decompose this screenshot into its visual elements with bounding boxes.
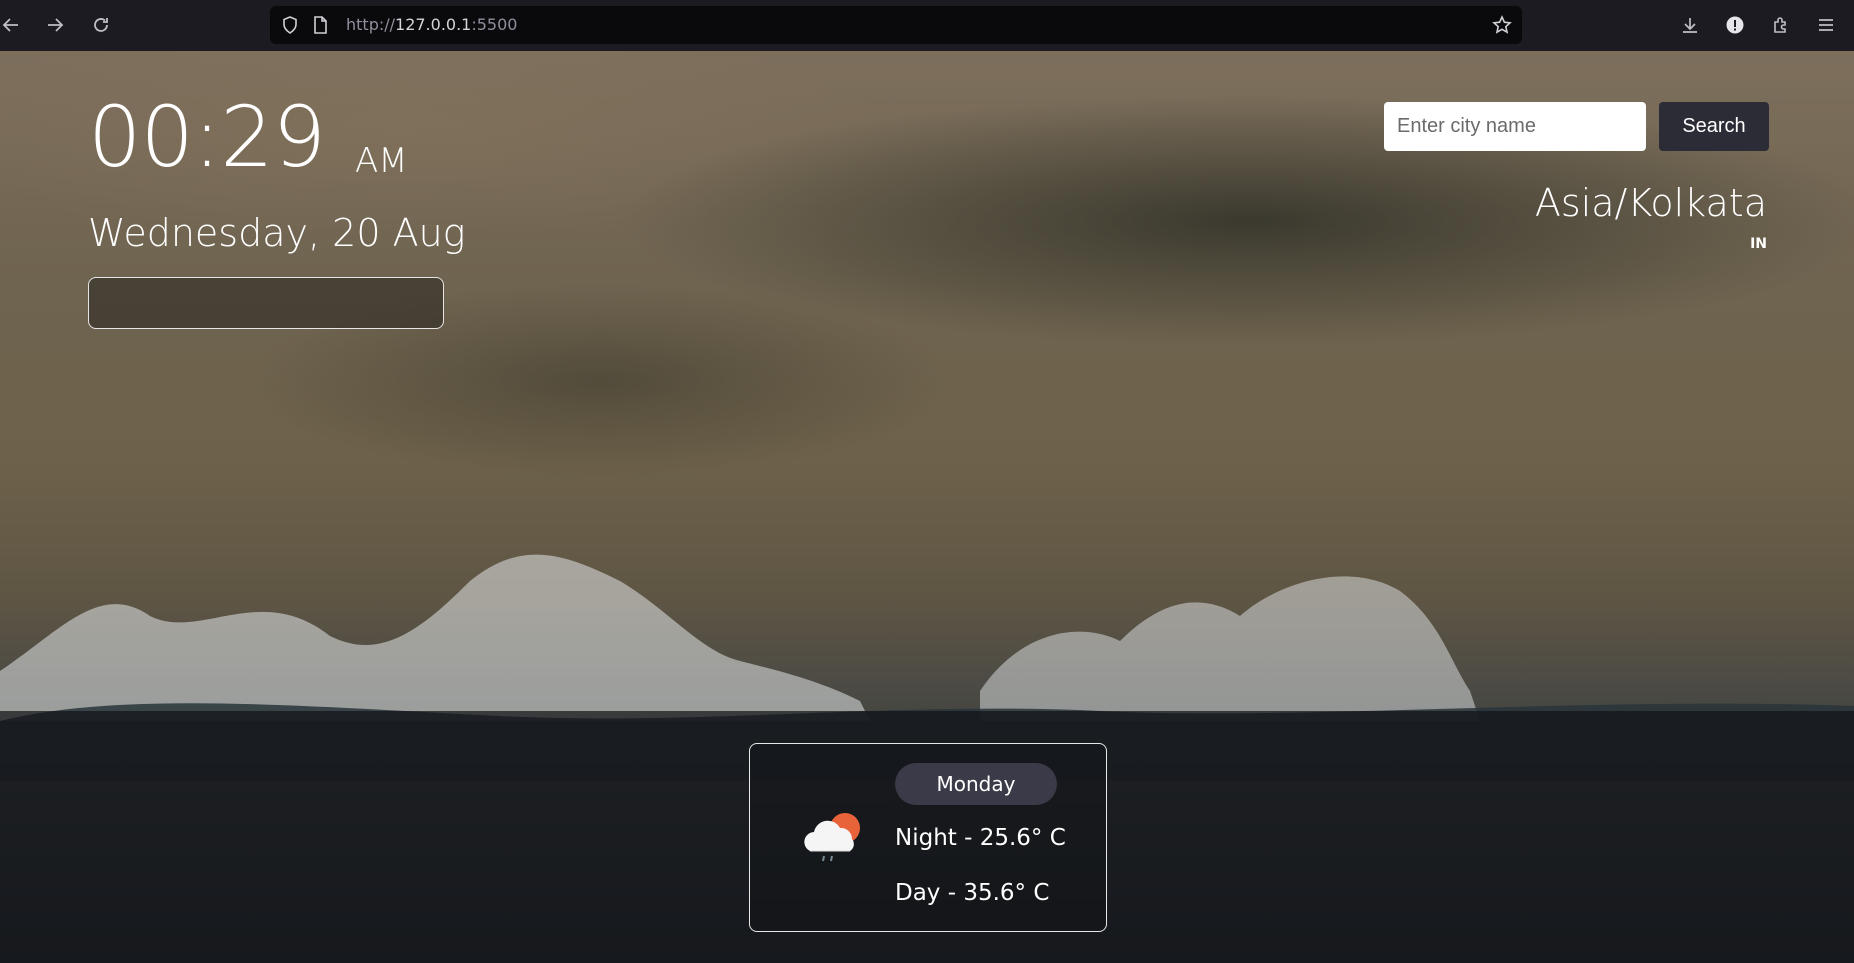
extension-info-icon[interactable] [1720,10,1750,40]
page-icon[interactable] [310,15,330,35]
downloads-icon[interactable] [1675,10,1705,40]
city-search-input[interactable] [1384,102,1646,151]
clock-date: Wednesday, 20 Aug [88,211,466,255]
search-button[interactable]: Search [1659,102,1769,151]
timezone-label: Asia/Kolkata [1534,181,1767,225]
clock-meridiem: AM [355,141,408,181]
url-text[interactable]: http://127.0.0.1:5500 [346,15,517,34]
extensions-icon[interactable] [1766,10,1796,40]
cloud-sun-rain-icon [804,813,860,862]
forecast-day: Monday [895,763,1057,805]
current-weather-box [88,277,444,329]
shield-icon[interactable] [280,15,300,35]
forward-icon[interactable] [40,10,70,40]
browser-toolbar: http://127.0.0.1:5500 [0,0,1854,51]
clock-time: 00:29 [88,88,326,186]
weather-page: 00:29 AM Wednesday, 20 Aug Search Asia/K… [0,51,1854,963]
back-icon[interactable] [0,10,26,40]
forecast-card: Monday Night - 25.6° C Day - 35.6° C [749,743,1107,932]
reload-icon[interactable] [86,10,116,40]
address-bar[interactable]: http://127.0.0.1:5500 [270,6,1522,44]
night-temperature: Night - 25.6° C [895,825,1066,851]
country-code: IN [1750,236,1767,252]
menu-icon[interactable] [1811,10,1841,40]
day-temperature: Day - 35.6° C [895,880,1050,906]
bookmark-star-icon[interactable] [1492,15,1512,35]
